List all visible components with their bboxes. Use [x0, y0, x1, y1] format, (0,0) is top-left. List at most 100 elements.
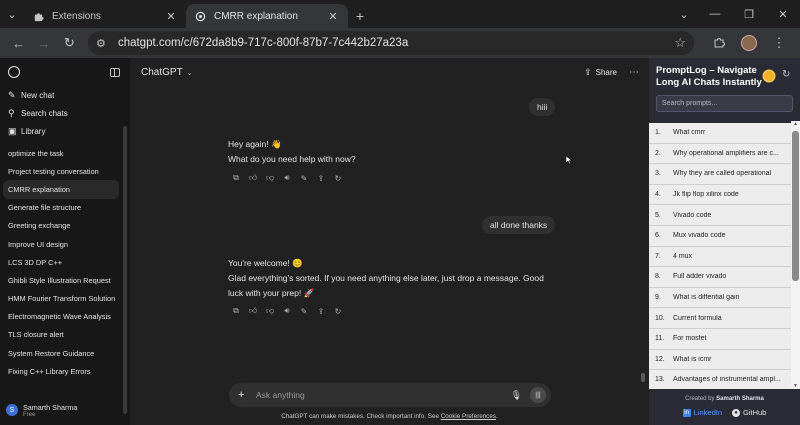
- site-info-icon[interactable]: ⚙: [96, 37, 112, 50]
- read-aloud-icon[interactable]: 🔊︎: [279, 173, 295, 183]
- copy-icon[interactable]: ⧉: [228, 306, 244, 316]
- close-window-button[interactable]: ✕: [766, 0, 800, 28]
- new-tab-button[interactable]: +: [348, 4, 372, 28]
- read-aloud-icon[interactable]: 🔊︎: [279, 306, 295, 316]
- chat-history-item[interactable]: TLS closure alert: [0, 326, 120, 344]
- thumbs-down-icon[interactable]: 👎︎: [262, 306, 278, 316]
- chat-history-item[interactable]: Generate file structure: [0, 199, 120, 217]
- chat-history-item[interactable]: HMM Fourier Transform Solution: [0, 290, 120, 308]
- prompt-list-scrollbar[interactable]: ▲ ▼: [791, 121, 800, 389]
- forward-button[interactable]: →: [31, 30, 56, 56]
- chat-history-item[interactable]: Project testing conversation: [0, 162, 120, 180]
- voice-mode-icon[interactable]: |||: [530, 387, 546, 403]
- prompt-item[interactable]: 2. Why operational amplifiers are c...: [649, 144, 791, 165]
- chevron-down-icon: ⌄: [7, 8, 17, 21]
- linkedin-link[interactable]: in LinkedIn: [682, 408, 722, 417]
- restore-icon: ❐: [744, 8, 754, 21]
- chat-history-item[interactable]: Improve UI design: [0, 235, 120, 253]
- prompt-search-input[interactable]: Search prompts...: [656, 95, 793, 112]
- library-button[interactable]: ▣ Library: [0, 122, 130, 140]
- prompt-item[interactable]: 6. Mux vivado code: [649, 226, 791, 247]
- composer-input[interactable]: Ask anything: [256, 390, 511, 400]
- thumbs-up-icon[interactable]: 👍︎: [245, 306, 261, 316]
- library-icon: ▣: [8, 125, 17, 136]
- copy-icon[interactable]: ⧉: [228, 173, 244, 183]
- prompt-item[interactable]: 13. Advantages of instrumental ampl...: [649, 370, 791, 387]
- scrollbar-thumb[interactable]: [792, 131, 799, 281]
- refresh-icon[interactable]: ↻: [782, 69, 790, 80]
- prompt-item[interactable]: 12. What is icmr: [649, 350, 791, 371]
- promptlog-title: PromptLog – Navigate Long AI Chats Insta…: [656, 65, 762, 88]
- thumbs-down-icon[interactable]: 👎︎: [262, 173, 278, 183]
- tab-bar: ⌄ Extensions ✕ CMRR explanation ✕ + ⌄ — …: [0, 0, 800, 28]
- tab-search-button[interactable]: ⌄: [0, 0, 24, 28]
- plus-icon[interactable]: +: [238, 389, 254, 401]
- user-account-button[interactable]: S Samarth Sharma Free: [0, 395, 130, 425]
- close-icon[interactable]: ✕: [326, 10, 340, 23]
- extensions-button[interactable]: [704, 30, 734, 56]
- disclaimer: ChatGPT can make mistakes. Check importa…: [130, 413, 649, 420]
- share-icon: ⇪: [584, 66, 592, 77]
- prompt-item[interactable]: 3. Why they are called operational: [649, 164, 791, 185]
- tab-cmrr-explanation[interactable]: CMRR explanation ✕: [186, 4, 348, 28]
- chat-history-item[interactable]: Ghibli Style Illustration Request: [0, 271, 120, 289]
- model-name: ChatGPT: [141, 66, 183, 78]
- thumbs-up-icon[interactable]: 👍︎: [245, 173, 261, 183]
- prompt-item[interactable]: 9. What is diffential gain: [649, 288, 791, 309]
- chat-history-item[interactable]: LCS 3D DP C++: [0, 253, 120, 271]
- chat-history-item[interactable]: Electromagnetic Wave Analysis: [0, 308, 120, 326]
- message-composer[interactable]: + Ask anything 🎙︎ |||: [229, 383, 551, 407]
- prompt-item[interactable]: 11. For mosfet: [649, 329, 791, 350]
- cookie-preferences-link[interactable]: Cookie Preferences: [441, 413, 496, 420]
- prompt-list: 1. What cmrr 2. Why operational amplifiers…: [649, 123, 791, 387]
- chat-history-item[interactable]: Greeting exchange: [0, 217, 120, 235]
- new-chat-button[interactable]: ✎ New chat: [0, 86, 130, 104]
- plus-icon: +: [355, 8, 365, 24]
- regenerate-icon[interactable]: ↻: [330, 173, 346, 183]
- arrow-right-icon: →: [37, 35, 51, 51]
- regenerate-icon[interactable]: ↻: [330, 306, 346, 316]
- share-icon[interactable]: ⇪: [313, 306, 329, 316]
- sidebar-scrollbar[interactable]: [123, 126, 127, 414]
- prompt-item[interactable]: 4. Jk flip flop xilinx code: [649, 185, 791, 206]
- chat-history-item-active[interactable]: CMRR explanation: [3, 180, 119, 199]
- prompt-item[interactable]: 10. Current formula: [649, 308, 791, 329]
- share-icon[interactable]: ⇪: [313, 173, 329, 183]
- prompt-item[interactable]: 1. What cmrr: [649, 123, 791, 144]
- close-icon[interactable]: ✕: [164, 10, 178, 23]
- prompt-text: Mux vivado code: [673, 232, 726, 240]
- microphone-icon[interactable]: 🎙︎: [511, 390, 522, 401]
- prompt-item[interactable]: 7. 4 mux: [649, 247, 791, 268]
- menu-button[interactable]: ⋮: [764, 30, 794, 56]
- chat-history-item[interactable]: Fixing C++ Library Errors: [0, 362, 120, 380]
- prompt-text: Advantages of instrumental ampl...: [673, 376, 781, 384]
- minimize-button[interactable]: —: [698, 0, 732, 28]
- prompt-item[interactable]: 5. Vivado code: [649, 205, 791, 226]
- tab-extensions[interactable]: Extensions ✕: [24, 4, 186, 28]
- chat-history-item[interactable]: optimize the task: [0, 144, 120, 162]
- reload-button[interactable]: ↻: [57, 30, 82, 56]
- search-chats-button[interactable]: ⚲ Search chats: [0, 104, 130, 122]
- chat-sidebar: ✎ New chat ⚲ Search chats ▣ Library opti…: [0, 58, 130, 425]
- model-selector[interactable]: ChatGPT ⌄: [141, 67, 193, 78]
- chat-history-item[interactable]: System Restore Guidance: [0, 344, 120, 362]
- back-button[interactable]: ←: [6, 30, 31, 56]
- edit-icon[interactable]: ✎: [296, 173, 312, 183]
- share-button[interactable]: ⇪ Share: [584, 67, 617, 78]
- prompt-item[interactable]: 8. Full adder vivado: [649, 267, 791, 288]
- sidebar-header: [0, 58, 130, 86]
- sidebar-toggle-icon[interactable]: [110, 67, 120, 77]
- edit-icon[interactable]: ✎: [296, 306, 312, 316]
- profile-button[interactable]: [734, 30, 764, 56]
- bookmark-star-icon[interactable]: ☆: [674, 35, 686, 51]
- github-link[interactable]: ● GitHub: [732, 408, 766, 417]
- chevron-down-icon[interactable]: ⌄: [670, 0, 698, 28]
- openai-logo-icon[interactable]: [8, 66, 20, 78]
- theme-toggle-sun-icon[interactable]: [764, 71, 774, 81]
- puzzle-icon: [32, 10, 44, 22]
- chat-scrollbar[interactable]: [641, 373, 645, 382]
- scroll-up-icon[interactable]: ▲: [791, 121, 800, 127]
- more-options-icon[interactable]: ⋯: [629, 67, 639, 78]
- restore-button[interactable]: ❐: [732, 0, 766, 28]
- address-bar[interactable]: ⚙ chatgpt.com/c/672da8b9-717c-800f-87b7-…: [87, 31, 694, 55]
